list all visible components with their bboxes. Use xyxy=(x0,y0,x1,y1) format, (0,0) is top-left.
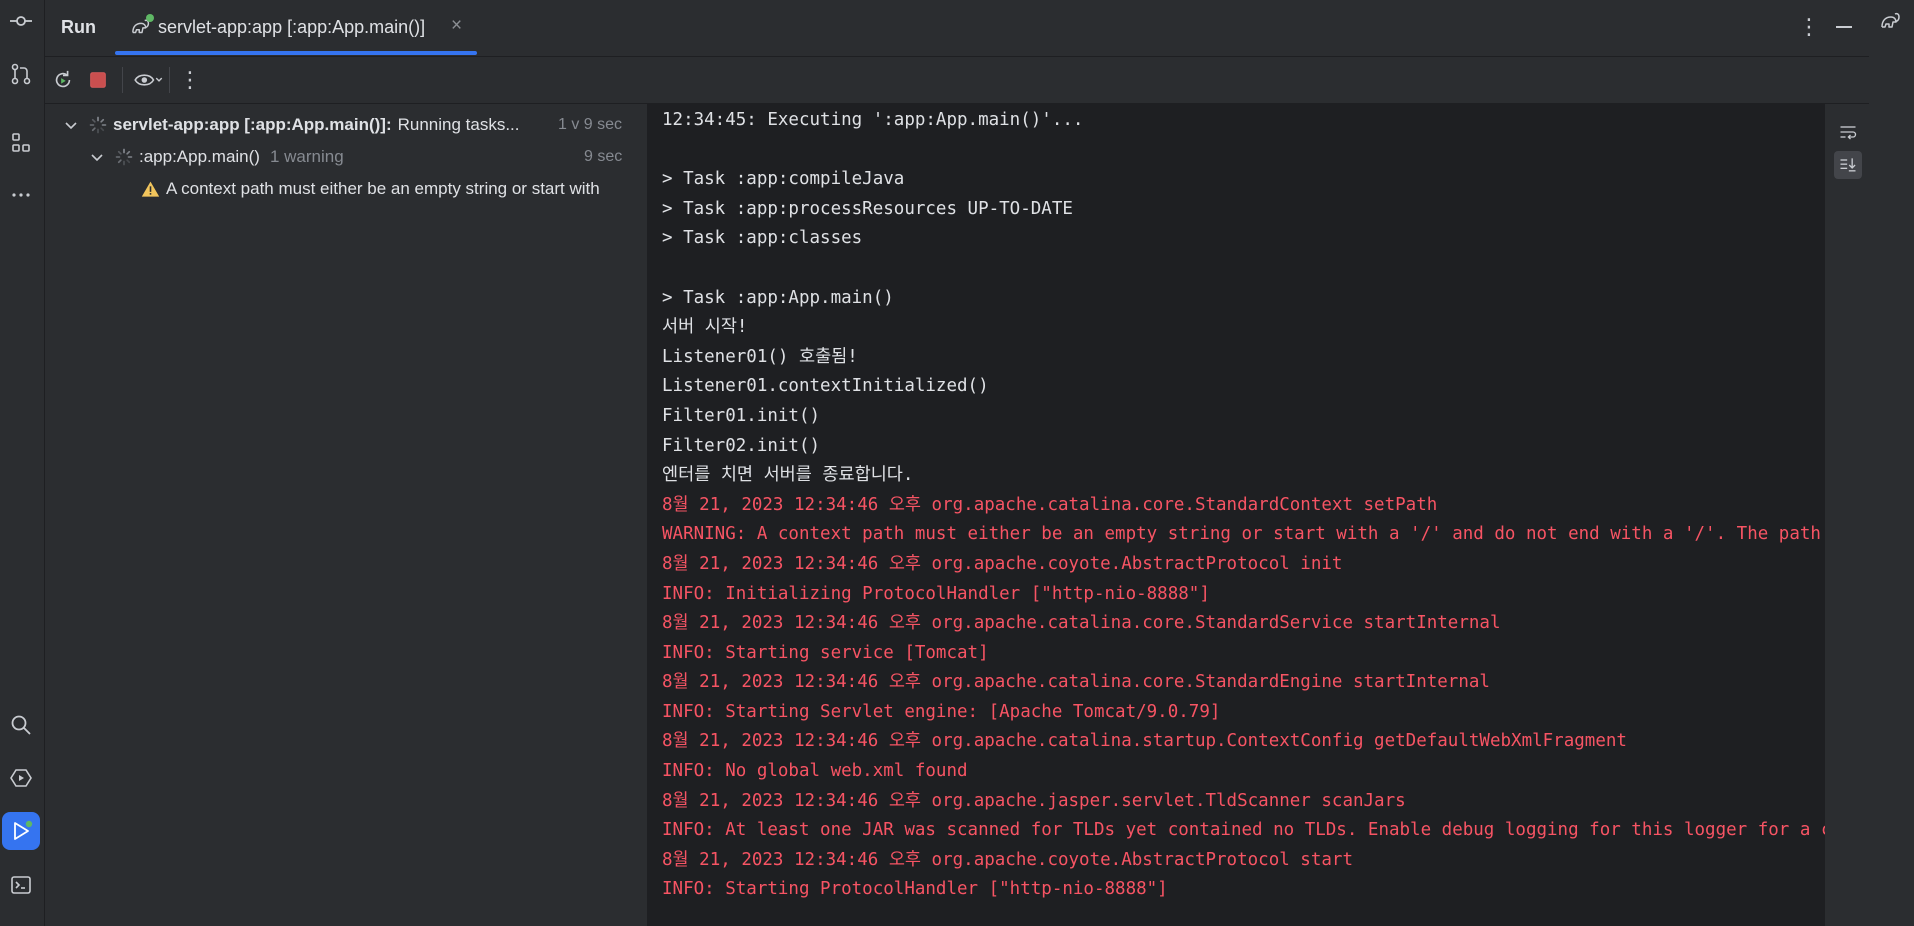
console-line: > Task :app:processResources UP-TO-DATE xyxy=(662,198,1073,219)
run-tab-bar: Run servlet-app:app [:app:App.main()] × … xyxy=(45,0,1869,57)
console-side-toolbar xyxy=(1825,104,1869,926)
active-tab-indicator xyxy=(115,51,477,55)
console-line: INFO: Starting service [Tomcat] xyxy=(662,642,989,663)
show-options-eye-icon[interactable] xyxy=(131,67,165,93)
soft-wrap-icon[interactable] xyxy=(1834,118,1862,146)
tab-label: servlet-app:app [:app:App.main()] xyxy=(158,17,426,37)
tree-row-app-main[interactable]: :app:App.main() 1 warning xyxy=(89,143,344,171)
tree-row-warning[interactable]: A context path must either be an empty s… xyxy=(141,175,600,203)
console-line: INFO: At least one JAR was scanned for T… xyxy=(662,820,1825,841)
structure-icon[interactable] xyxy=(2,124,40,162)
more-tools-icon[interactable] xyxy=(2,176,40,214)
child-task-warning-count: 1 warning xyxy=(269,147,344,166)
chevron-down-icon[interactable] xyxy=(63,117,79,133)
console-line: 8월 21, 2023 12:34:46 오후 org.apache.coyot… xyxy=(662,553,1343,574)
gradle-icon[interactable] xyxy=(1872,2,1910,40)
root-task-name: servlet-app:app [:app:App.main()]: xyxy=(113,115,392,134)
console-line: 12:34:45: Executing ':app:App.main()'... xyxy=(662,110,1084,130)
chevron-down-icon[interactable] xyxy=(89,149,105,165)
close-tab-icon[interactable]: × xyxy=(451,15,462,37)
root-task-duration: 1 v 9 sec xyxy=(558,116,623,133)
console-output[interactable]: 12:34:45: Executing ':app:App.main()'...… xyxy=(647,104,1825,926)
toolbar-separator xyxy=(169,67,170,93)
console-line: 엔터를 치면 서버를 종료합니다. xyxy=(662,465,914,486)
console-line: WARNING: A context path must either be a… xyxy=(662,524,1825,545)
options-menu-icon[interactable]: ⋮ xyxy=(1798,14,1820,40)
scroll-to-end-icon[interactable] xyxy=(1834,151,1862,179)
rerun-icon[interactable] xyxy=(50,67,76,93)
child-task-duration: 9 sec xyxy=(584,148,623,165)
console-line: 8월 21, 2023 12:34:46 오후 org.apache.catal… xyxy=(662,613,1501,634)
console-line: Filter02.init() xyxy=(662,435,821,456)
toolbar-separator xyxy=(122,67,123,93)
more-actions-icon[interactable]: ⋮ xyxy=(177,67,203,93)
console-line: > Task :app:classes xyxy=(662,228,863,249)
tab-servlet-app-run[interactable]: servlet-app:app [:app:App.main()] xyxy=(115,0,477,56)
pull-requests-icon[interactable] xyxy=(2,55,40,93)
console-line: Filter01.init() xyxy=(662,405,821,426)
warning-icon xyxy=(141,181,160,197)
minimize-icon[interactable] xyxy=(1836,26,1852,28)
console-line: 8월 21, 2023 12:34:46 오후 org.apache.catal… xyxy=(662,672,1490,693)
run-panel-title: Run xyxy=(61,17,96,37)
console-line: Listener01() 호출됨! xyxy=(662,346,858,367)
services-icon[interactable] xyxy=(2,759,40,797)
console-line: Listener01.contextInitialized() xyxy=(662,376,989,397)
console-line: 8월 21, 2023 12:34:46 오후 org.apache.catal… xyxy=(662,731,1627,752)
console-line: INFO: Starting ProtocolHandler ["http-ni… xyxy=(662,879,1168,900)
left-tool-rail xyxy=(0,0,45,926)
spinner-icon xyxy=(115,148,133,166)
root-task-status: Running tasks... xyxy=(397,115,520,134)
console-line: 서버 시작! xyxy=(662,317,748,338)
console-line: 8월 21, 2023 12:34:46 오후 org.apache.catal… xyxy=(662,494,1438,515)
run-tool-icon[interactable] xyxy=(2,812,40,850)
console-line: > Task :app:compileJava xyxy=(662,169,905,190)
console-line: 8월 21, 2023 12:34:46 오후 org.apache.coyot… xyxy=(662,849,1353,870)
commit-icon[interactable] xyxy=(2,2,40,40)
child-task-name: :app:App.main() xyxy=(139,147,260,166)
console-lines: 12:34:45: Executing ':app:App.main()'...… xyxy=(662,106,1825,905)
tree-row-root[interactable]: servlet-app:app [:app:App.main()]: Runni… xyxy=(63,111,520,139)
search-icon[interactable] xyxy=(2,706,40,744)
console-line: INFO: Starting Servlet engine: [Apache T… xyxy=(662,701,1221,722)
console-line: INFO: No global web.xml found xyxy=(662,761,968,782)
console-line: INFO: Initializing ProtocolHandler ["htt… xyxy=(662,583,1210,604)
stop-icon[interactable] xyxy=(85,67,111,93)
warning-message: A context path must either be an empty s… xyxy=(166,179,600,198)
build-tree: servlet-app:app [:app:App.main()]: Runni… xyxy=(45,104,647,926)
console-line: > Task :app:App.main() xyxy=(662,287,894,308)
run-toolbar: ⋮ xyxy=(45,57,1869,104)
terminal-icon[interactable] xyxy=(2,866,40,904)
right-tool-rail xyxy=(1868,0,1914,926)
console-line: 8월 21, 2023 12:34:46 오후 org.apache.jaspe… xyxy=(662,790,1406,811)
spinner-icon xyxy=(89,116,107,134)
running-status-dot xyxy=(146,14,154,22)
